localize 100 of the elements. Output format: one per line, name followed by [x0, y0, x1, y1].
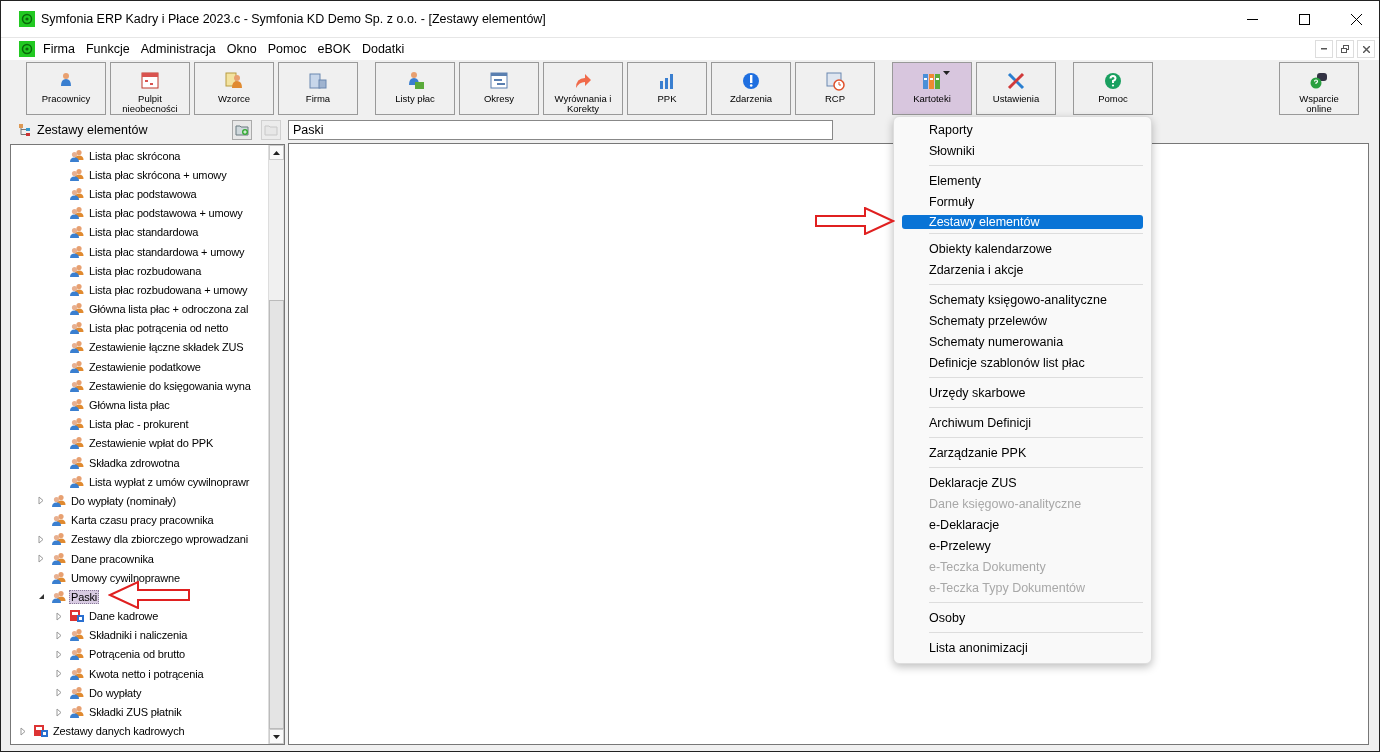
tree-item[interactable]: Zestawienie do księgowania wyna: [87, 378, 253, 393]
expand-arrow-icon[interactable]: [56, 707, 62, 717]
toolbar-button[interactable]: Okresy: [459, 61, 539, 115]
toolbar-button[interactable]: Pulpit nieobecności: [110, 61, 190, 115]
tree-item[interactable]: Składniki i naliczenia: [87, 628, 190, 643]
tree-item[interactable]: Do wypłaty (nominały): [69, 493, 179, 508]
dropdown-menu-item[interactable]: Schematy numerowania: [902, 331, 1143, 352]
toolbar-button[interactable]: RCP: [795, 61, 875, 115]
tree-item[interactable]: Dane pracownika: [69, 551, 156, 566]
tree-item[interactable]: Zestawy dla zbiorczego wprowadzani: [69, 532, 251, 547]
tree-item[interactable]: Paski: [69, 589, 100, 604]
dropdown-menu-item[interactable]: Zarządzanie PPK: [902, 442, 1143, 463]
expand-arrow-icon[interactable]: [38, 496, 44, 506]
tree-item[interactable]: Lista płac skrócona: [87, 148, 183, 163]
tree-item[interactable]: Lista płac podstawowa: [87, 186, 199, 201]
expand-arrow-icon[interactable]: [38, 534, 44, 544]
tree-item[interactable]: Lista wypłat z umów cywilnoprawr: [87, 474, 252, 489]
menu-item[interactable]: Dodatki: [357, 42, 409, 56]
menu-item[interactable]: Firma: [39, 42, 79, 56]
expand-arrow-icon[interactable]: [20, 726, 26, 736]
restore-button[interactable]: [1336, 40, 1354, 58]
toolbar-button[interactable]: Wzorce: [194, 61, 274, 115]
tree-item[interactable]: Główna lista płac + odroczona zal: [87, 302, 251, 317]
tree-item[interactable]: Lista płac standardowa + umowy: [87, 244, 247, 259]
tree-item[interactable]: Karta czasu pracy pracownika: [69, 513, 216, 528]
dropdown-menu-item[interactable]: Obiekty kalendarzowe: [902, 238, 1143, 259]
menu-item[interactable]: Funkcje: [81, 42, 134, 56]
tree-item[interactable]: Lista płac potrącenia od netto: [87, 321, 231, 336]
expand-arrow-icon[interactable]: [38, 554, 44, 564]
people-icon: [69, 148, 85, 163]
dropdown-menu-item[interactable]: e-Deklaracje: [902, 514, 1143, 535]
dropdown-menu-item[interactable]: Zdarzenia i akcje: [902, 259, 1143, 280]
maximize-icon: [1298, 13, 1310, 25]
dropdown-menu-item[interactable]: Osoby: [902, 607, 1143, 628]
dropdown-menu-item[interactable]: Formuły: [902, 191, 1143, 212]
name-field[interactable]: Paski: [288, 120, 833, 140]
dropdown-menu-item[interactable]: Deklaracje ZUS: [902, 472, 1143, 493]
toolbar-button[interactable]: Pracownicy: [26, 61, 106, 115]
dropdown-menu-item[interactable]: Schematy księgowo-analityczne: [902, 289, 1143, 310]
people-icon: [51, 570, 67, 585]
menu-item[interactable]: Administracja: [136, 42, 220, 56]
dropdown-menu-item[interactable]: Elementy: [902, 170, 1143, 191]
toolbar-button[interactable]: Ustawienia: [976, 61, 1056, 115]
tree-item[interactable]: Kwota netto i potrącenia: [87, 666, 206, 681]
toolbar-button[interactable]: Wyrównania i Korekty: [543, 61, 623, 115]
tree-item[interactable]: Umowy cywilnoprawne: [69, 570, 183, 585]
expand-arrow-icon[interactable]: [56, 669, 62, 679]
scroll-up-icon[interactable]: [273, 150, 280, 155]
tree-item[interactable]: Lista płac podstawowa + umowy: [87, 206, 245, 221]
collapse-arrow-icon[interactable]: [37, 593, 45, 601]
expand-arrow-icon[interactable]: [56, 688, 62, 698]
scroll-thumb[interactable]: [269, 300, 284, 729]
expand-arrow-icon[interactable]: [56, 630, 62, 640]
people-icon: [69, 340, 85, 355]
close-icon: [1350, 13, 1362, 25]
tree-item[interactable]: Dane kadrowe: [87, 609, 161, 624]
people-icon: [51, 551, 67, 566]
dropdown-menu-item[interactable]: Lista anonimizacji: [902, 637, 1143, 658]
tree-item[interactable]: Składki ZUS płatnik: [87, 705, 184, 720]
people-icon: [69, 206, 85, 221]
tree-item[interactable]: Potrącenia od brutto: [87, 647, 188, 662]
tree-item[interactable]: Zestawienie wpłat do PPK: [87, 436, 216, 451]
toolbar-button[interactable]: Firma: [278, 61, 358, 115]
expand-arrow-icon[interactable]: [56, 649, 62, 659]
tree-item[interactable]: Lista płac - prokurent: [87, 417, 191, 432]
tree-item[interactable]: Lista płac rozbudowana: [87, 263, 204, 278]
tree-item[interactable]: Lista płac standardowa: [87, 225, 201, 240]
menu-item[interactable]: eBOK: [313, 42, 355, 56]
people-icon: [69, 705, 85, 720]
help-icon: [1103, 70, 1123, 91]
toolbar-button[interactable]: Pomoc: [1073, 61, 1153, 115]
toolbar-button[interactable]: Listy płac: [375, 61, 455, 115]
dropdown-menu-item[interactable]: Raporty: [902, 119, 1143, 140]
dropdown-menu-item[interactable]: e-Przelewy: [902, 535, 1143, 556]
scroll-down-icon[interactable]: [273, 734, 280, 739]
tree-item[interactable]: Zestawienie łączne składek ZUS: [87, 340, 246, 355]
dropdown-menu-item[interactable]: Schematy przelewów: [902, 310, 1143, 331]
dropdown-menu-item[interactable]: Słowniki: [902, 140, 1143, 161]
tree-item[interactable]: Lista płac rozbudowana + umowy: [87, 282, 250, 297]
dropdown-menu-item[interactable]: Zestawy elementów: [902, 215, 1143, 229]
dropdown-menu-item[interactable]: Archiwum Definicji: [902, 412, 1143, 433]
tree-structure-icon: [18, 123, 32, 137]
tree-item[interactable]: Główna lista płac: [87, 398, 172, 413]
expand-arrow-icon[interactable]: [56, 611, 62, 621]
tree-item[interactable]: Zestawienie podatkowe: [87, 359, 203, 374]
toolbar-button[interactable]: Kartoteki: [892, 61, 972, 115]
tree-item[interactable]: Lista płac skrócona + umowy: [87, 167, 229, 182]
close-button[interactable]: [1357, 40, 1375, 58]
dropdown-menu-item[interactable]: Definicje szablonów list płac: [902, 352, 1143, 373]
menu-item[interactable]: Pomoc: [263, 42, 311, 56]
dropdown-menu-item[interactable]: Urzędy skarbowe: [902, 382, 1143, 403]
toolbar-button[interactable]: Zdarzenia: [711, 61, 791, 115]
toolbar-button[interactable]: Wsparcie online: [1279, 61, 1359, 115]
tree-item[interactable]: Do wypłaty: [87, 685, 144, 700]
scrollbar[interactable]: [268, 145, 284, 744]
tree-item[interactable]: Składka zdrowotna: [87, 455, 182, 470]
menu-item[interactable]: Okno: [222, 42, 261, 56]
add-folder-button[interactable]: [232, 120, 252, 140]
toolbar-button[interactable]: PPK: [627, 61, 707, 115]
tree-item[interactable]: Zestawy danych kadrowych: [51, 724, 187, 739]
